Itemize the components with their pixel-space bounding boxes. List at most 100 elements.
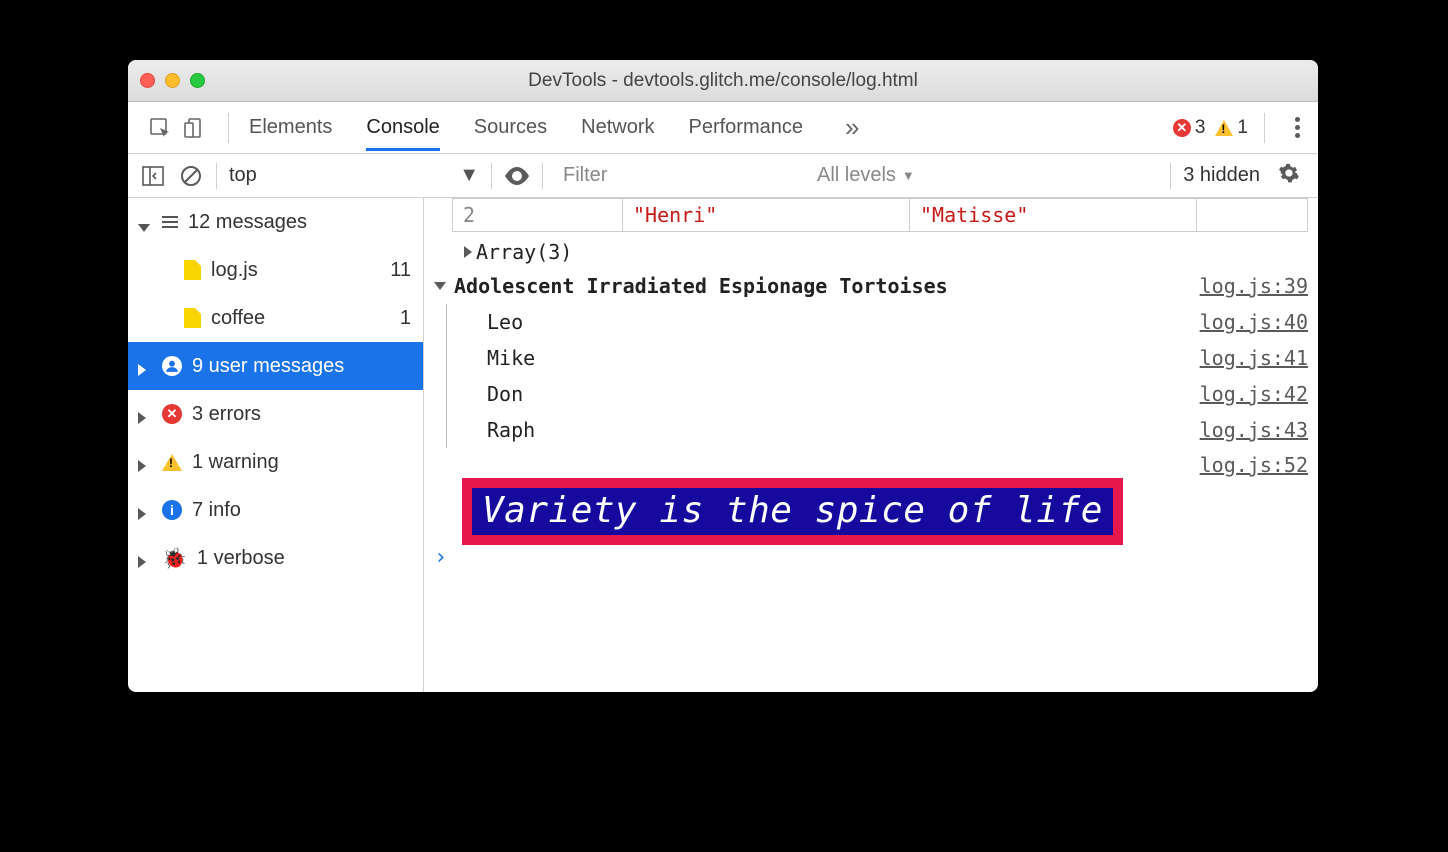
chevron-down-icon: ▼: [459, 164, 479, 187]
console-filterbar: top ▼ Filter All levels ▼ 3 hidden: [128, 154, 1318, 198]
file-name: coffee: [211, 307, 265, 330]
separator: [216, 163, 217, 189]
styled-log: Variety is the spice of life: [424, 482, 1318, 539]
sidebar-info[interactable]: i 7 info: [128, 486, 423, 534]
table-cell: "Matisse": [920, 203, 1028, 227]
source-link[interactable]: log.js:52: [1200, 453, 1308, 477]
device-icon[interactable]: [180, 114, 208, 142]
console-output: 2 "Henri" "Matisse" Array(3) Adolescent …: [424, 198, 1318, 692]
sidebar-errors[interactable]: ✕ 3 errors: [128, 390, 423, 438]
bug-icon: 🐞: [162, 546, 187, 571]
clear-console-icon[interactable]: [178, 165, 204, 187]
devtools-window: DevTools - devtools.glitch.me/console/lo…: [128, 60, 1318, 692]
warning-count[interactable]: 1: [1215, 117, 1248, 139]
table-row[interactable]: 2 "Henri" "Matisse": [452, 198, 1308, 232]
log-text: Don: [487, 382, 523, 406]
console-group[interactable]: Adolescent Irradiated Espionage Tortoise…: [424, 268, 1318, 304]
window-title: DevTools - devtools.glitch.me/console/lo…: [128, 70, 1318, 92]
gear-icon[interactable]: [1272, 162, 1306, 190]
log-row[interactable]: Raph log.js:43: [447, 412, 1318, 448]
info-icon: i: [162, 500, 182, 520]
console-sidebar: 12 messages log.js 11 coffee 1 9 user me…: [128, 198, 424, 692]
list-icon: [162, 216, 178, 228]
sidebar-warnings[interactable]: 1 warning: [128, 438, 423, 486]
user-icon: [162, 356, 182, 376]
group-body: Leolog.js:40 Mikelog.js:41 Donlog.js:42 …: [446, 304, 1318, 448]
separator: [491, 163, 492, 189]
separator: [228, 113, 229, 143]
chevron-right-icon: [138, 407, 152, 421]
sidebar-toggle-icon[interactable]: [140, 166, 166, 186]
warning-icon: [162, 454, 182, 471]
chevron-right-icon: [464, 246, 472, 258]
console-content: 12 messages log.js 11 coffee 1 9 user me…: [128, 198, 1318, 692]
titlebar: DevTools - devtools.glitch.me/console/lo…: [128, 60, 1318, 102]
array-expand[interactable]: Array(3): [424, 236, 1318, 268]
sidebar-messages[interactable]: 12 messages: [128, 198, 423, 246]
sidebar-file[interactable]: coffee 1: [128, 294, 423, 342]
chevron-down-icon: [138, 215, 152, 229]
file-count: 1: [400, 307, 411, 330]
hidden-count[interactable]: 3 hidden: [1183, 164, 1260, 187]
log-text: Raph: [487, 418, 535, 442]
log-row[interactable]: Mike log.js:41: [447, 340, 1318, 376]
levels-value: All levels: [817, 164, 896, 187]
error-count[interactable]: ✕ 3: [1173, 117, 1206, 139]
live-expression-icon[interactable]: [504, 167, 530, 185]
styled-log-text: Variety is the spice of life: [462, 478, 1123, 545]
separator: [1170, 163, 1171, 189]
category-label: 9 user messages: [192, 355, 344, 378]
group-title: Adolescent Irradiated Espionage Tortoise…: [454, 274, 948, 298]
context-value: top: [229, 164, 257, 187]
messages-label: 12 messages: [188, 211, 307, 234]
levels-selector[interactable]: All levels ▼: [817, 164, 915, 187]
chevron-right-icon: [138, 359, 152, 373]
tab-elements[interactable]: Elements: [249, 104, 332, 151]
menu-icon[interactable]: [1281, 117, 1300, 138]
category-label: 3 errors: [192, 403, 261, 426]
tabs-overflow[interactable]: »: [837, 112, 869, 143]
tab-performance[interactable]: Performance: [689, 104, 804, 151]
sidebar-file[interactable]: log.js 11: [128, 246, 423, 294]
source-link[interactable]: log.js:39: [1200, 274, 1308, 298]
context-selector[interactable]: top ▼: [229, 164, 479, 187]
error-icon: ✕: [162, 404, 182, 424]
chevron-right-icon: [138, 551, 152, 565]
error-count-value: 3: [1195, 117, 1206, 139]
source-link[interactable]: log.js:41: [1200, 346, 1308, 370]
warning-count-value: 1: [1237, 117, 1248, 139]
tab-sources[interactable]: Sources: [474, 104, 547, 151]
log-text: Mike: [487, 346, 535, 370]
panel-tabs: Elements Console Sources Network Perform…: [249, 104, 869, 151]
log-row[interactable]: Leo log.js:40: [447, 304, 1318, 340]
file-count: 11: [390, 259, 411, 282]
log-row[interactable]: Don log.js:42: [447, 376, 1318, 412]
panel-toolbar: Elements Console Sources Network Perform…: [128, 102, 1318, 154]
category-label: 1 warning: [192, 451, 279, 474]
tab-console[interactable]: Console: [366, 104, 439, 151]
file-icon: [184, 260, 201, 280]
source-link[interactable]: log.js:42: [1200, 382, 1308, 406]
log-row[interactable]: log.js:52: [424, 448, 1318, 482]
table-cell: "Henri": [633, 203, 717, 227]
chevron-down-icon: [434, 282, 446, 290]
array-label: Array(3): [476, 240, 572, 264]
category-label: 7 info: [192, 499, 241, 522]
error-icon: ✕: [1173, 119, 1191, 137]
warning-icon: [1215, 120, 1233, 136]
inspect-icon[interactable]: [146, 114, 174, 142]
category-label: 1 verbose: [197, 547, 285, 570]
chevron-right-icon: [138, 455, 152, 469]
sidebar-verbose[interactable]: 🐞 1 verbose: [128, 534, 423, 582]
separator: [542, 163, 543, 189]
sidebar-user-messages[interactable]: 9 user messages: [128, 342, 423, 390]
chevron-down-icon: ▼: [902, 168, 915, 183]
source-link[interactable]: log.js:40: [1200, 310, 1308, 334]
source-link[interactable]: log.js:43: [1200, 418, 1308, 442]
filter-input[interactable]: Filter: [555, 160, 805, 191]
file-icon: [184, 308, 201, 328]
table-index: 2: [463, 203, 475, 227]
tab-network[interactable]: Network: [581, 104, 654, 151]
chevron-right-icon: [138, 503, 152, 517]
log-text: Leo: [487, 310, 523, 334]
